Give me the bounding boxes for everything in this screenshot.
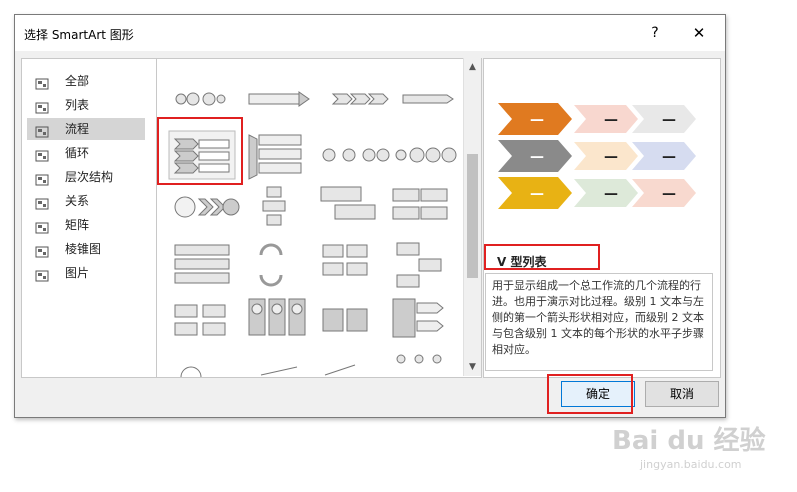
picture-icon bbox=[35, 267, 49, 282]
layout-thumb-circular-arrows[interactable] bbox=[259, 243, 283, 287]
matrix-icon bbox=[35, 219, 49, 234]
highlight-preview-title bbox=[484, 244, 600, 270]
layout-thumb-chevron-row[interactable] bbox=[331, 93, 389, 105]
layout-thumb-vertical-arrows[interactable] bbox=[262, 186, 286, 226]
preview-placeholder: — bbox=[604, 186, 618, 202]
scroll-down-icon[interactable]: ▼ bbox=[464, 360, 481, 374]
category-label: 棱锥图 bbox=[65, 242, 102, 256]
category-label: 关系 bbox=[65, 194, 90, 208]
gallery-scrollbar[interactable]: ▲ ▼ bbox=[463, 58, 481, 376]
cancel-button[interactable]: 取消 bbox=[645, 381, 719, 407]
preview-placeholder: — bbox=[662, 112, 676, 128]
layout-thumb-process-blocks[interactable] bbox=[322, 244, 368, 276]
layout-thumb-grid-boxes[interactable] bbox=[392, 188, 448, 220]
close-button[interactable]: ✕ bbox=[687, 23, 711, 43]
layout-thumb-basic-chevron-circles[interactable] bbox=[175, 92, 226, 106]
scroll-thumb[interactable] bbox=[467, 154, 478, 278]
layout-thumb-arrow-list[interactable] bbox=[392, 298, 444, 338]
preview-placeholder: — bbox=[662, 186, 676, 202]
process-icon bbox=[35, 123, 49, 138]
smartart-dialog: 选择 SmartArt 图形 ? ✕ ▲ ▼ — — — — — — — — —… bbox=[14, 14, 726, 418]
preview-graphic: — — — — — — — — — bbox=[498, 103, 696, 209]
category-item[interactable]: 矩阵 bbox=[27, 214, 145, 236]
category-item[interactable]: 关系 bbox=[27, 190, 145, 212]
relationship-icon bbox=[35, 195, 49, 210]
gallery-thumbnails bbox=[168, 91, 457, 377]
layout-thumb-picture-accent[interactable] bbox=[248, 298, 306, 336]
pyramid-icon bbox=[35, 243, 49, 258]
layout-thumb-bracket-list[interactable] bbox=[248, 134, 302, 180]
layout-thumb-gear-cycle[interactable] bbox=[395, 147, 457, 163]
hierarchy-icon bbox=[35, 171, 49, 186]
preview-description: 用于显示组成一个总工作流的几个流程的行进。也用于演示对比过程。级别 1 文本与左… bbox=[485, 273, 713, 371]
watermark-url: jingyan.baidu.com bbox=[640, 458, 742, 471]
category-item[interactable]: 循环 bbox=[27, 142, 145, 164]
all-icon bbox=[35, 75, 49, 90]
category-label: 循环 bbox=[65, 146, 90, 160]
layout-thumb-boxed-steps[interactable] bbox=[174, 304, 226, 336]
category-label: 矩阵 bbox=[65, 218, 90, 232]
category-item[interactable]: 层次结构 bbox=[27, 166, 145, 188]
layout-thumb-circle-arrows[interactable] bbox=[322, 148, 390, 162]
category-item[interactable]: 图片 bbox=[27, 262, 145, 284]
watermark-brand: Bai du 经验 bbox=[612, 426, 766, 456]
help-button[interactable]: ? bbox=[643, 23, 667, 43]
category-label: 流程 bbox=[65, 122, 90, 136]
category-label: 层次结构 bbox=[65, 170, 114, 184]
category-item[interactable]: 流程 bbox=[27, 118, 145, 140]
preview-placeholder: — bbox=[530, 186, 544, 202]
layout-thumb-interlock[interactable] bbox=[322, 308, 368, 332]
layout-thumb-circle-chevrons[interactable] bbox=[174, 196, 240, 218]
layout-thumb-staggered-boxes[interactable] bbox=[320, 186, 376, 220]
layout-thumb-partial-row[interactable] bbox=[180, 354, 442, 377]
layout-thumb-arrow-bar[interactable] bbox=[248, 91, 310, 107]
cycle-icon bbox=[35, 147, 49, 162]
highlight-selected-layout bbox=[157, 117, 243, 185]
category-item[interactable]: 棱锥图 bbox=[27, 238, 145, 260]
layout-gallery bbox=[156, 58, 482, 378]
category-label: 图片 bbox=[65, 266, 90, 280]
dialog-title: 选择 SmartArt 图形 bbox=[24, 28, 134, 42]
category-label: 全部 bbox=[65, 74, 90, 88]
title-bar: 选择 SmartArt 图形 ? ✕ bbox=[15, 15, 725, 51]
preview-placeholder: — bbox=[662, 149, 676, 165]
preview-placeholder: — bbox=[604, 149, 618, 165]
list-icon bbox=[35, 99, 49, 114]
category-item[interactable]: 全部 bbox=[27, 70, 145, 92]
category-item[interactable]: 列表 bbox=[27, 94, 145, 116]
layout-thumb-stacked-bars[interactable] bbox=[174, 244, 230, 284]
scroll-up-icon[interactable]: ▲ bbox=[464, 60, 481, 74]
category-label: 列表 bbox=[65, 98, 90, 112]
layout-thumb-arrow-row[interactable] bbox=[402, 94, 454, 104]
preview-placeholder: — bbox=[604, 112, 618, 128]
layout-thumb-zigzag[interactable] bbox=[396, 242, 442, 288]
preview-placeholder: — bbox=[530, 149, 544, 165]
preview-placeholder: — bbox=[530, 112, 544, 128]
highlight-ok-button bbox=[547, 374, 633, 414]
